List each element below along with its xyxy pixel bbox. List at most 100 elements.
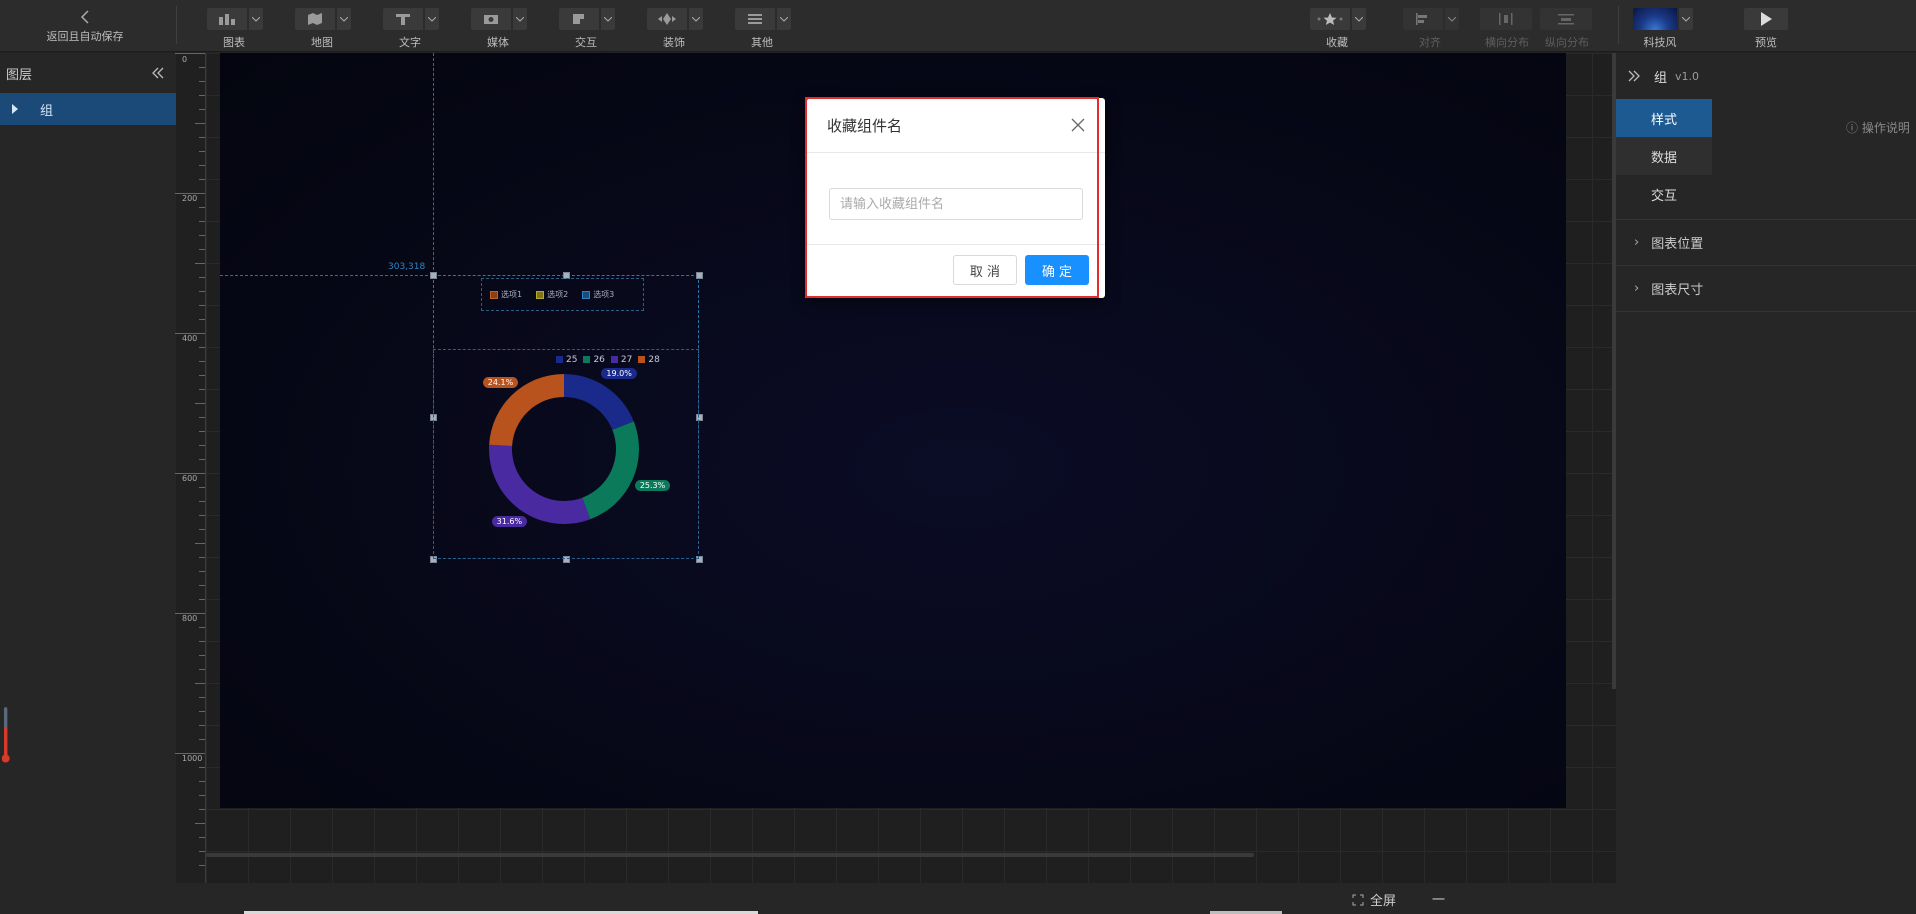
ruler-tick [199, 501, 205, 502]
caret-right-icon[interactable] [12, 104, 18, 114]
toolbar-interact-label: 交互 [575, 36, 597, 49]
ruler-tick [175, 333, 205, 334]
expand-double-right-icon[interactable] [1628, 70, 1640, 82]
pie-legend-item[interactable]: 27 [610, 355, 632, 365]
toolbar-text-group[interactable]: 文字 [383, 8, 443, 50]
zoom-out-button[interactable]: 一 [1432, 889, 1445, 908]
ruler-tick [199, 837, 205, 838]
interact-icon[interactable] [559, 8, 599, 30]
star-icon[interactable] [1310, 8, 1350, 30]
toolbar-favorite-label: 收藏 [1326, 36, 1348, 49]
toolbar-theme-group[interactable]: 科技风 [1633, 8, 1693, 50]
v-distribute-icon[interactable] [1540, 8, 1592, 30]
horizontal-scrollbar[interactable] [206, 853, 1254, 857]
align-icon[interactable] [1403, 8, 1443, 30]
ruler-tick [199, 137, 205, 138]
toolbar-h-distribute-group[interactable]: 横向分布 [1480, 8, 1536, 50]
legend-label: 选项1 [501, 290, 523, 299]
collapse-double-left-icon[interactable] [152, 67, 164, 79]
layers-panel: 图层 组 [0, 53, 176, 914]
chevron-down-icon[interactable] [1352, 8, 1366, 30]
pie-legend-swatch [583, 356, 591, 363]
ruler-tick [199, 109, 205, 110]
tab-data[interactable]: 数据 [1616, 137, 1712, 175]
ruler-tick [199, 165, 205, 166]
ruler-tick [199, 431, 205, 432]
theme-thumbnail[interactable] [1633, 8, 1677, 30]
confirm-button[interactable]: 确 定 [1025, 255, 1089, 285]
map-icon[interactable] [295, 8, 335, 30]
toolbar-theme-label: 科技风 [1643, 36, 1677, 49]
chevron-down-icon[interactable] [1679, 8, 1693, 30]
chevron-down-icon[interactable] [337, 8, 351, 30]
ruler-mark: 200 [182, 194, 198, 203]
toolbar-media-group[interactable]: 媒体 [471, 8, 531, 50]
ruler-tick [199, 865, 205, 866]
donut-chart[interactable] [489, 374, 639, 524]
toolbar-decoration-group[interactable]: 装饰 [647, 8, 707, 50]
toolbar-interact-group[interactable]: 交互 [559, 8, 619, 50]
legend-label: 选项2 [547, 290, 569, 299]
toolbar-text-label: 文字 [399, 36, 421, 49]
ruler-tick [199, 445, 205, 446]
layer-item-group[interactable]: 组 [0, 93, 176, 125]
ruler-tick [195, 823, 205, 824]
ruler-tick [199, 277, 205, 278]
play-icon[interactable] [1744, 8, 1788, 30]
dialog-title: 收藏组件名 [827, 116, 903, 135]
media-icon[interactable] [471, 8, 511, 30]
toolbar-favorite-group[interactable]: 收藏 [1310, 8, 1370, 50]
close-icon[interactable] [1071, 118, 1085, 132]
chevron-down-icon[interactable] [425, 8, 439, 30]
chevron-down-icon[interactable] [601, 8, 615, 30]
donut-slice[interactable] [489, 444, 591, 524]
decoration-icon[interactable] [647, 8, 687, 30]
cancel-button[interactable]: 取 消 [953, 255, 1017, 285]
tab-style[interactable]: 样式 [1616, 99, 1712, 137]
toolbar-other-group[interactable]: 其他 [735, 8, 795, 50]
slice-percent-label: 25.3% [634, 479, 671, 491]
ruler-mark: 0 [182, 55, 188, 64]
panel-title: 组 [1654, 70, 1668, 86]
h-distribute-icon[interactable] [1480, 8, 1532, 30]
toolbar-other-label: 其他 [751, 36, 773, 49]
slice-percent-label: 31.6% [491, 516, 528, 528]
resize-handle[interactable] [696, 272, 703, 279]
fullscreen-button[interactable]: 全屏 [1352, 890, 1396, 909]
vertical-ruler[interactable]: 0 200 400 600 800 1000 [175, 53, 206, 883]
chevron-down-icon[interactable] [689, 8, 703, 30]
chevron-down-icon[interactable] [777, 8, 791, 30]
ruler-tick [199, 795, 205, 796]
pie-legend-item[interactable]: 28 [638, 355, 660, 365]
pie-legend-item[interactable]: 25 [556, 355, 577, 365]
help-label: 操作说明 [1861, 121, 1910, 135]
text-icon[interactable] [383, 8, 423, 30]
pie-legend-item[interactable]: 26 [583, 355, 605, 365]
donut-slice[interactable] [582, 421, 639, 520]
chart-icon[interactable] [207, 8, 247, 30]
ruler-tick [199, 95, 205, 96]
legend-swatch [536, 290, 545, 299]
help-link[interactable]: ⓘ 操作说明 [1846, 119, 1910, 136]
resize-handle[interactable] [430, 272, 437, 279]
pie-legend-label: 25 [566, 355, 578, 365]
donut-slice[interactable] [564, 374, 634, 430]
ruler-tick [199, 641, 205, 642]
panel-version: v1.0 [1675, 69, 1700, 83]
ruler-tick [199, 347, 205, 348]
chevron-down-icon[interactable] [513, 8, 527, 30]
section-chart-size[interactable]: › 图表尺寸 [1616, 265, 1916, 311]
ruler-tick [199, 851, 205, 852]
other-icon[interactable] [735, 8, 775, 30]
favorite-name-input[interactable] [829, 188, 1083, 220]
toolbar-align-group[interactable]: 对齐 [1403, 8, 1463, 50]
toolbar-preview-group[interactable]: 预览 [1744, 8, 1790, 50]
toolbar-map-group[interactable]: 地图 [295, 8, 355, 50]
back-save-button[interactable]: 返回且自动保存 [40, 6, 130, 44]
toolbar-chart-group[interactable]: 图表 [207, 8, 267, 50]
chevron-down-icon[interactable] [1445, 8, 1459, 30]
section-chart-position[interactable]: › 图表位置 [1616, 219, 1916, 265]
chevron-down-icon[interactable] [249, 8, 263, 30]
toolbar-v-distribute-group[interactable]: 纵向分布 [1540, 8, 1596, 50]
tab-interaction[interactable]: 交互 [1616, 175, 1712, 213]
